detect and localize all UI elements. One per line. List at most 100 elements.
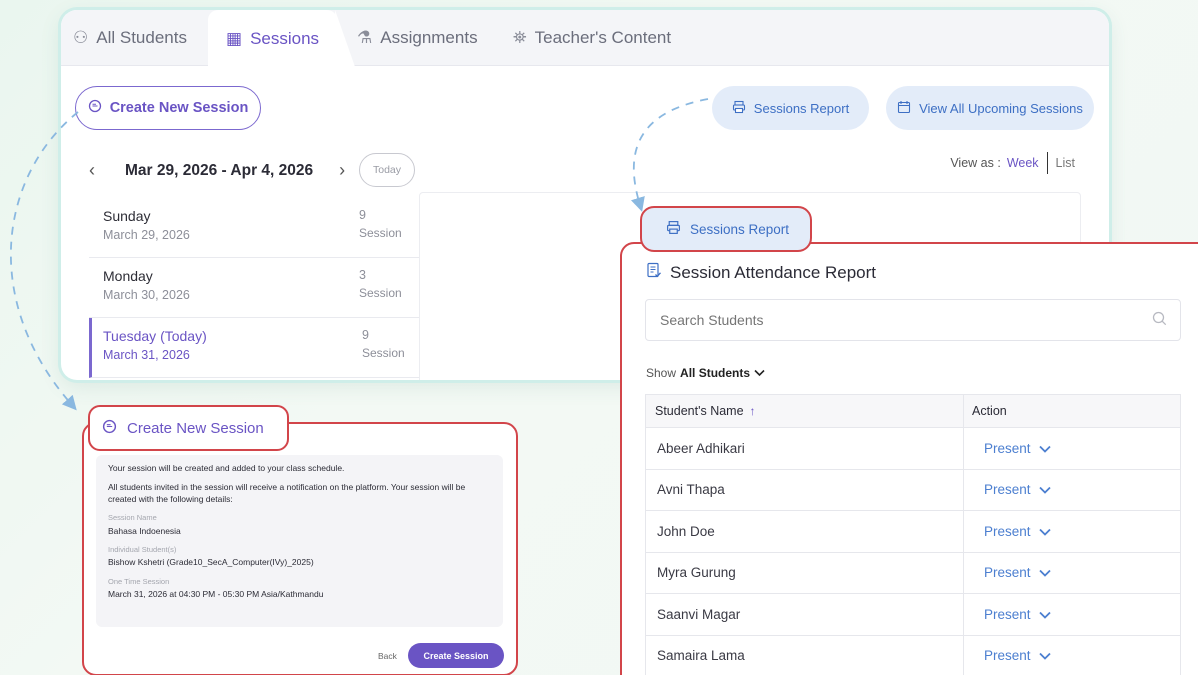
attendance-table: Student's Name ↑ Action Abeer Adhikari P… — [645, 394, 1181, 675]
chevron-right-icon[interactable]: › — [339, 160, 345, 181]
view-as-label: View as : — [950, 156, 1001, 170]
attendance-dropdown[interactable]: Present — [964, 607, 1051, 622]
chevron-left-icon[interactable]: ‹ — [89, 160, 95, 181]
sessions-report-button[interactable]: Sessions Report — [712, 86, 869, 130]
sessions-report-label: Sessions Report — [690, 221, 790, 237]
tab-all-students[interactable]: ⚇ All Students — [73, 10, 187, 66]
chat-icon — [102, 419, 117, 438]
day-row-sunday[interactable]: Sunday March 29, 2026 9 Session — [89, 198, 419, 258]
day-date: March 30, 2026 — [103, 288, 190, 302]
show-filter-value: All Students — [680, 366, 751, 380]
back-button[interactable]: Back — [378, 651, 397, 661]
day-row-monday[interactable]: Monday March 30, 2026 3 Session — [89, 258, 419, 318]
day-date: March 31, 2026 — [103, 348, 190, 362]
attendance-dropdown[interactable]: Present — [964, 524, 1051, 539]
view-week-option[interactable]: Week — [1007, 156, 1039, 170]
chat-icon — [88, 99, 102, 117]
today-button[interactable]: Today — [359, 153, 415, 187]
attendance-value: Present — [984, 648, 1031, 664]
teacher-icon: ⛯ — [513, 28, 527, 47]
student-name: Abeer Adhikari — [646, 428, 964, 469]
attendance-value: Present — [984, 523, 1031, 539]
summary-intro: Your session will be created and added t… — [108, 463, 345, 473]
table-row: Avni Thapa Present — [645, 469, 1181, 511]
student-name: Samaira Lama — [646, 635, 964, 675]
session-count: 9 — [359, 208, 366, 222]
attendance-value: Present — [984, 482, 1031, 498]
show-filter[interactable]: Show All Students — [646, 366, 765, 380]
dialog-title-text: Create New Session — [127, 419, 264, 437]
report-title: Session Attendance Report — [646, 262, 876, 284]
day-row-tuesday-today[interactable]: Tuesday (Today) March 31, 2026 9 Session — [89, 318, 419, 378]
chevron-down-icon — [1038, 482, 1051, 497]
flask-icon: ⚗ — [357, 28, 373, 47]
table-row: John Doe Present — [645, 511, 1181, 553]
session-name-value: Bahasa Indoenesia — [108, 525, 181, 536]
sort-up-icon: ↑ — [749, 404, 756, 418]
student-name: Avni Thapa — [646, 469, 964, 510]
tab-assignments[interactable]: ⚗ Assignments — [357, 10, 478, 66]
attendance-dropdown[interactable]: Present — [964, 441, 1051, 456]
create-session-dialog-title: Create New Session — [88, 405, 289, 451]
chevron-down-icon — [1038, 565, 1051, 580]
day-list: Sunday March 29, 2026 9 Session Monday M… — [89, 198, 419, 378]
attendance-dropdown[interactable]: Present — [964, 648, 1051, 663]
student-name: John Doe — [646, 511, 964, 552]
tab-label: Sessions — [250, 28, 320, 48]
attendance-dropdown[interactable]: Present — [964, 565, 1051, 580]
printer-icon — [732, 100, 746, 117]
chevron-down-icon — [1038, 441, 1051, 456]
tab-label: All Students — [96, 28, 187, 47]
tab-sessions[interactable]: ▦ Sessions — [208, 10, 338, 67]
view-all-upcoming-label: View All Upcoming Sessions — [919, 100, 1083, 116]
time-value: March 31, 2026 at 04:30 PM - 05:30 PM As… — [108, 588, 324, 599]
table-row: Myra Gurung Present — [645, 552, 1181, 594]
table-header: Student's Name ↑ Action — [645, 394, 1181, 428]
day-name: Monday — [103, 268, 153, 284]
view-list-option[interactable]: List — [1056, 156, 1075, 170]
students-value: Bishow Kshetri (Grade10_SecA_Computer(IV… — [108, 557, 314, 568]
attendance-value: Present — [984, 440, 1031, 456]
create-new-session-label: Create New Session — [109, 100, 249, 116]
table-row: Saanvi Magar Present — [645, 594, 1181, 636]
date-range: Mar 29, 2026 - Apr 4, 2026 — [125, 161, 314, 179]
search-icon[interactable] — [1152, 311, 1167, 330]
session-count: 9 — [362, 328, 369, 342]
sessions-report-label: Sessions Report — [753, 100, 850, 116]
day-name: Tuesday (Today) — [103, 328, 207, 344]
day-date: March 29, 2026 — [103, 228, 190, 242]
create-session-button[interactable]: Create Session — [408, 643, 504, 668]
student-name: Myra Gurung — [646, 552, 964, 593]
attendance-value: Present — [984, 565, 1031, 581]
chevron-down-icon — [754, 366, 765, 380]
col-student-name-label: Student's Name — [655, 404, 744, 418]
calendar-icon — [897, 100, 911, 117]
chevron-down-icon — [1038, 607, 1051, 622]
session-count-unit: Session — [359, 286, 402, 300]
week-navigator: ‹ Mar 29, 2026 - Apr 4, 2026 › — [89, 160, 345, 181]
report-icon — [646, 262, 662, 284]
view-as-toggle: View as : Week List — [950, 152, 1075, 174]
time-label: One Time Session — [108, 576, 170, 586]
student-name: Saanvi Magar — [646, 594, 964, 635]
session-count-unit: Session — [362, 346, 405, 360]
col-action: Action — [972, 404, 1007, 418]
chevron-down-icon — [1038, 648, 1051, 663]
create-new-session-button[interactable]: Create New Session — [75, 86, 261, 130]
tab-teachers-content[interactable]: ⛯ Teacher's Content — [513, 10, 671, 66]
table-row: Abeer Adhikari Present — [645, 428, 1181, 470]
attendance-dropdown[interactable]: Present — [964, 482, 1051, 497]
report-title-text: Session Attendance Report — [670, 263, 877, 282]
col-student-name[interactable]: Student's Name ↑ — [646, 395, 964, 427]
printer-icon — [666, 220, 681, 238]
session-count: 3 — [359, 268, 366, 282]
students-icon: ⚇ — [73, 28, 89, 47]
view-all-upcoming-button[interactable]: View All Upcoming Sessions — [886, 86, 1094, 130]
attendance-value: Present — [984, 606, 1031, 622]
search-students-input[interactable] — [645, 299, 1181, 341]
summary-notice: All students invited in the session will… — [108, 482, 466, 504]
day-name: Sunday — [103, 208, 151, 224]
session-summary: Your session will be created and added t… — [96, 455, 503, 627]
sessions-report-highlight[interactable]: Sessions Report — [640, 206, 812, 252]
session-count-unit: Session — [359, 226, 402, 240]
